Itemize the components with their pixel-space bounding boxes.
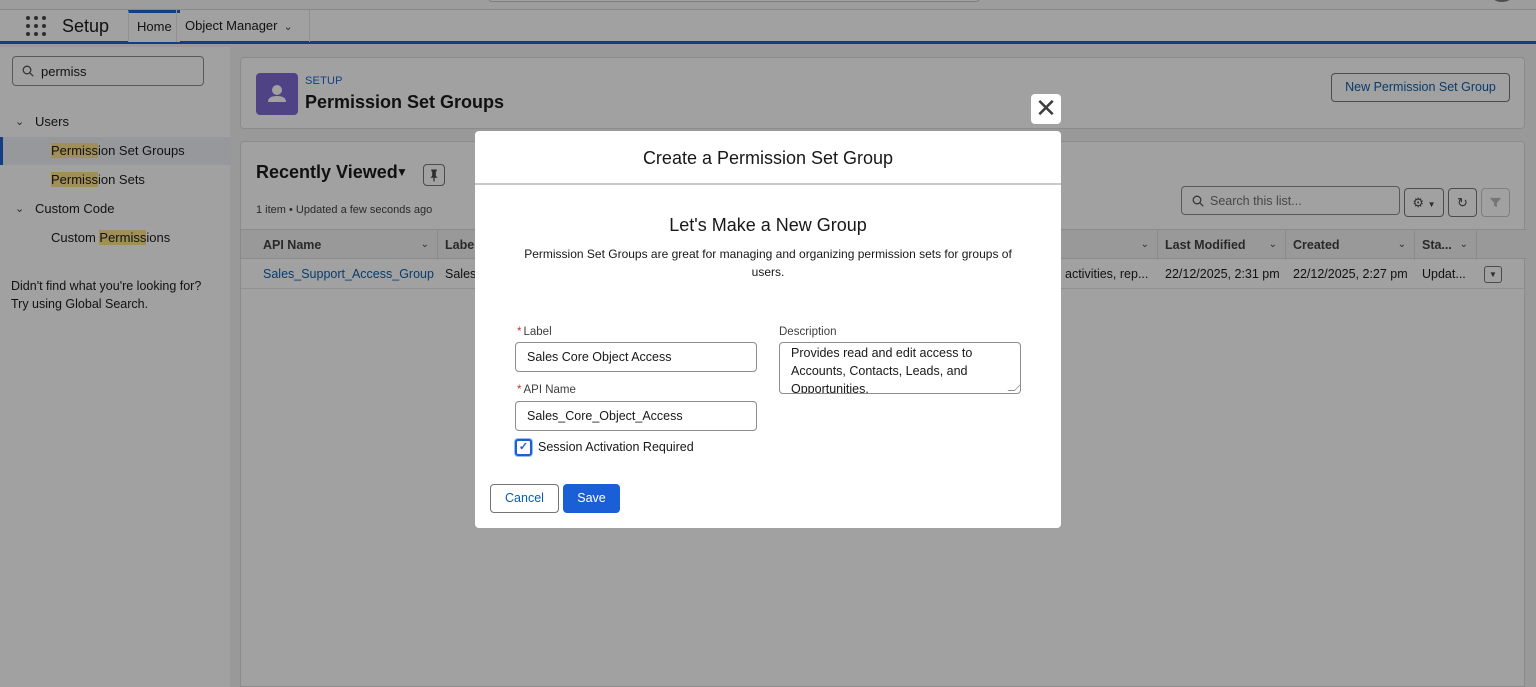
modal-title: Create a Permission Set Group	[475, 131, 1061, 185]
save-button[interactable]: Save	[563, 484, 620, 513]
api-name-field-label: * API Name	[517, 384, 576, 396]
required-indicator: *	[517, 384, 522, 396]
create-permission-set-group-modal: Create a Permission Set Group Let's Make…	[475, 131, 1061, 528]
label-field-label: * Label	[517, 326, 552, 338]
close-button[interactable]: ✕	[1031, 94, 1061, 124]
cancel-button[interactable]: Cancel	[490, 484, 559, 513]
checkmark-icon: ✓	[518, 441, 529, 453]
api-name-field[interactable]: Sales_Core_Object_Access	[515, 401, 757, 431]
field-label-text: API Name	[523, 384, 576, 396]
modal-description-line: Permission Set Groups are great for mana…	[524, 247, 1012, 261]
modal-description: Permission Set Groups are great for mana…	[505, 245, 1031, 281]
description-field-text: Provides read and edit access to Account…	[791, 346, 973, 394]
session-activation-checkbox[interactable]: ✓	[515, 439, 532, 456]
description-field[interactable]: Provides read and edit access to Account…	[779, 342, 1021, 394]
modal-subtitle: Let's Make a New Group	[669, 215, 867, 235]
resize-handle-icon[interactable]	[1007, 384, 1020, 391]
required-indicator: *	[517, 326, 522, 338]
close-icon: ✕	[1035, 93, 1057, 123]
description-field-label: Description	[779, 326, 837, 338]
session-activation-label[interactable]: Session Activation Required	[538, 440, 694, 454]
modal-description-line: users.	[751, 265, 785, 279]
field-label-text: Label	[523, 326, 552, 338]
label-field[interactable]: Sales Core Object Access	[515, 342, 757, 372]
